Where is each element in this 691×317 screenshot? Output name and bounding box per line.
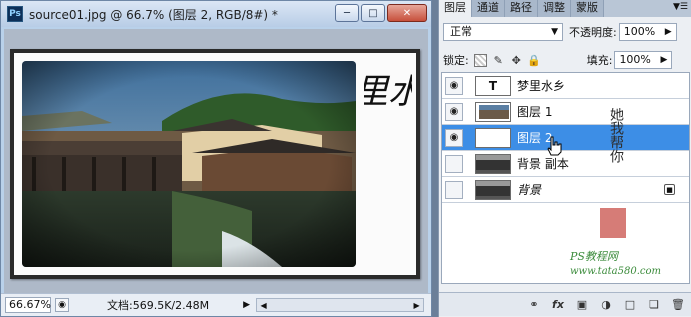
- doc-size-info: 文档:569.5K/2.48M: [107, 299, 210, 312]
- fill-input[interactable]: 100% ▶: [614, 51, 673, 69]
- watermark-url: www.tata580.com: [570, 266, 662, 277]
- layer-row[interactable]: 背景 副本: [442, 151, 689, 177]
- image-thumb: [475, 153, 511, 174]
- panel-menu-icon[interactable]: ▼☰: [673, 2, 688, 12]
- lock-position-icon[interactable]: ✥: [510, 54, 523, 67]
- fill-value: 100%: [619, 53, 651, 66]
- panel-tabs: 图层 通道 路径 调整 蒙版: [439, 0, 691, 17]
- white-fill-thumb: [475, 127, 511, 148]
- fx-icon[interactable]: fx: [550, 297, 566, 313]
- document-title: source01.jpg @ 66.7% (图层 2, RGB/8#) *: [29, 7, 278, 22]
- status-bar: 66.67% ◉ 文档:569.5K/2.48M ▶ ◀ ▶: [1, 293, 431, 316]
- trash-icon[interactable]: 🗑: [670, 297, 686, 313]
- text-layer-thumb: T: [475, 75, 511, 96]
- tab-adjustments[interactable]: 调整: [538, 0, 571, 17]
- layer-name: 背景 副本: [517, 157, 569, 171]
- status-menu-arrow-icon[interactable]: ▶: [243, 300, 250, 310]
- eye-icon[interactable]: ◉: [445, 128, 463, 147]
- calligraphy-text: 夢里水鄉: [364, 72, 412, 112]
- image-thumb: [475, 179, 511, 200]
- horizontal-scrollbar[interactable]: ◀ ▶: [256, 298, 425, 312]
- lock-transparency-icon[interactable]: [473, 53, 487, 67]
- panel-footer: ⚭ fx ▣ ◑ □ ❏ 🗑: [439, 292, 691, 316]
- layer-row-selected[interactable]: ◉ 图层 2: [442, 125, 689, 151]
- village-photo: [22, 61, 356, 267]
- photoshop-icon: Ps: [7, 6, 23, 22]
- tab-channels[interactable]: 通道: [472, 0, 505, 17]
- group-icon[interactable]: □: [622, 297, 638, 313]
- hand-cursor-icon: [547, 136, 562, 156]
- opacity-value: 100%: [623, 25, 656, 38]
- canvas-area[interactable]: 夢里水鄉: [4, 29, 428, 293]
- fill-label: 填充:: [586, 54, 613, 67]
- preview-icon[interactable]: ◉: [55, 298, 69, 312]
- close-icon[interactable]: ✕: [387, 4, 427, 22]
- new-layer-icon[interactable]: ❏: [646, 297, 662, 313]
- lock-all-icon[interactable]: 🔒: [527, 54, 541, 67]
- layer-row[interactable]: ◉ T 梦里水乡: [442, 73, 689, 99]
- mask-icon[interactable]: ▣: [574, 297, 590, 313]
- blend-mode-select[interactable]: 正常 ▼: [443, 23, 563, 41]
- lock-image-icon[interactable]: ✎: [492, 54, 505, 67]
- eye-icon[interactable]: ◉: [445, 76, 463, 95]
- eye-hidden-icon[interactable]: [445, 154, 463, 173]
- layer-name: 图层 1: [517, 105, 553, 119]
- layer-name: 背景: [517, 183, 542, 197]
- scroll-left-icon[interactable]: ◀: [257, 299, 270, 311]
- calligraphy-label: 夢里水鄉: [364, 72, 412, 112]
- eye-icon[interactable]: ◉: [445, 102, 463, 121]
- lock-icon: ■: [664, 184, 675, 195]
- document-window: Ps source01.jpg @ 66.7% (图层 2, RGB/8#) *…: [0, 0, 432, 317]
- tab-masks[interactable]: 蒙版: [571, 0, 604, 17]
- blend-mode-value: 正常: [450, 25, 472, 38]
- minimize-icon[interactable]: ─: [335, 4, 359, 22]
- image-thumb: [475, 101, 511, 122]
- eye-hidden-icon[interactable]: [445, 180, 463, 199]
- seal-stamp: [600, 208, 626, 238]
- opacity-label: 不透明度:: [569, 26, 617, 39]
- watermark-vertical-label: 他她我帮你: [608, 108, 624, 163]
- lock-label: 锁定:: [443, 54, 469, 67]
- chevron-down-icon: ▼: [551, 27, 558, 37]
- adjustment-icon[interactable]: ◑: [598, 297, 614, 313]
- zoom-input[interactable]: 66.67%: [5, 297, 51, 313]
- link-icon[interactable]: ⚭: [526, 297, 542, 313]
- opacity-slider-icon[interactable]: ▶: [665, 24, 672, 40]
- canvas-frame: 夢里水鄉: [10, 49, 420, 279]
- layer-row[interactable]: ◉ 图层 1: [442, 99, 689, 125]
- layer-name: 梦里水乡: [517, 79, 566, 93]
- scroll-right-icon[interactable]: ▶: [410, 299, 423, 311]
- watermark-text: 他她我帮你: [600, 108, 626, 238]
- watermark-site: PS教程网: [570, 250, 618, 263]
- layer-row[interactable]: 背景 ■: [442, 177, 689, 203]
- fill-slider-icon[interactable]: ▶: [661, 52, 668, 68]
- restore-icon[interactable]: □: [361, 4, 385, 22]
- document-titlebar[interactable]: Ps source01.jpg @ 66.7% (图层 2, RGB/8#) *…: [1, 1, 431, 27]
- canvas-paper: 夢里水鄉: [14, 53, 416, 275]
- tab-layers[interactable]: 图层: [439, 0, 472, 17]
- layers-list: ◉ T 梦里水乡 ◉ 图层 1 ◉ 图层 2 背景 副本 背景 ■: [441, 72, 690, 284]
- tab-paths[interactable]: 路径: [505, 0, 538, 17]
- opacity-input[interactable]: 100% ▶: [618, 23, 677, 41]
